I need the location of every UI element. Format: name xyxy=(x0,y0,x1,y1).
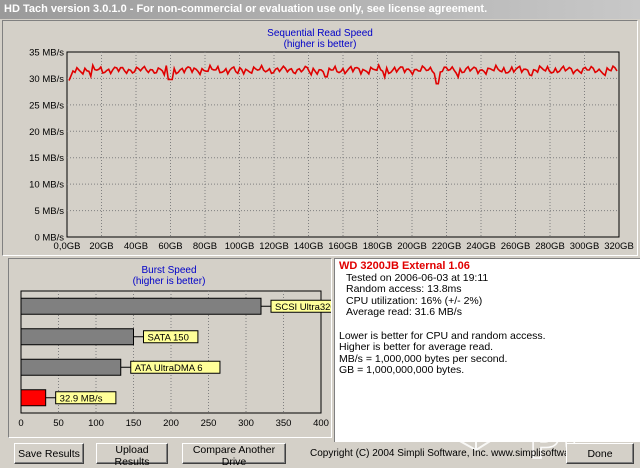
x-tick-label: 320GB xyxy=(604,241,634,252)
y-tick-label: 35 MB/s xyxy=(29,48,64,59)
burst-x-tick-label: 300 xyxy=(238,418,254,429)
y-tick-label: 15 MB/s xyxy=(29,153,64,164)
x-tick-label: 180GB xyxy=(363,241,393,252)
window-title-bar[interactable]: HD Tach version 3.0.1.0 - For non-commer… xyxy=(0,0,640,19)
x-tick-label: 100GB xyxy=(225,241,255,252)
x-tick-label: 300GB xyxy=(570,241,600,252)
burst-x-tick-label: 150 xyxy=(126,418,142,429)
sequential-chart: Sequential Read Speed (higher is better)… xyxy=(29,28,634,252)
note-gb-definition: GB = 1,000,000,000 bytes. xyxy=(339,364,465,376)
burst-x-tick-label: 50 xyxy=(53,418,64,429)
x-tick-label: 0,0GB xyxy=(54,241,81,252)
x-tick-label: 140GB xyxy=(294,241,324,252)
burst-chart-subtitle: (higher is better) xyxy=(133,276,206,287)
random-access: Random access: 13.8ms xyxy=(346,283,462,295)
x-tick-label: 240GB xyxy=(466,241,496,252)
burst-x-tick-label: 0 xyxy=(18,418,23,429)
burst-x-tick-label: 200 xyxy=(163,418,179,429)
y-tick-label: 10 MB/s xyxy=(29,180,64,191)
burst-bar-label: SCSI Ultra320 xyxy=(275,302,331,313)
average-read: Average read: 31.6 MB/s xyxy=(346,306,462,318)
y-tick-label: 5 MB/s xyxy=(34,206,64,217)
burst-bar xyxy=(20,297,262,315)
upload-results-button[interactable]: Upload Results xyxy=(96,443,168,468)
burst-chart-title: Burst Speed xyxy=(141,265,196,276)
x-tick-label: 260GB xyxy=(501,241,531,252)
x-tick-label: 80GB xyxy=(193,241,217,252)
save-results-button[interactable]: Save Results xyxy=(14,443,84,464)
burst-chart: Burst Speed (higher is better) SCSI Ultr… xyxy=(18,265,331,429)
burst-bar-label: ATA UltraDMA 6 xyxy=(135,363,203,374)
y-tick-label: 30 MB/s xyxy=(29,74,64,85)
x-tick-label: 200GB xyxy=(397,241,427,252)
watermark-text-top: PURE xyxy=(515,387,613,422)
burst-x-tick-label: 400 xyxy=(313,418,329,429)
y-tick-label: 20 MB/s xyxy=(29,127,64,138)
note-higher-better: Higher is better for average read. xyxy=(339,341,494,353)
copyright-text: Copyright (C) 2004 Simpli Software, Inc.… xyxy=(310,448,601,459)
burst-x-tick-label: 250 xyxy=(201,418,217,429)
x-tick-label: 120GB xyxy=(259,241,289,252)
sequential-chart-title: Sequential Read Speed xyxy=(267,28,373,39)
burst-bar xyxy=(20,389,47,407)
x-tick-label: 220GB xyxy=(432,241,462,252)
compare-another-drive-button[interactable]: Compare Another Drive xyxy=(182,443,286,468)
burst-bar xyxy=(20,328,134,346)
sequential-chart-panel: Sequential Read Speed (higher is better)… xyxy=(2,20,638,256)
burst-bar-label: SATA 150 xyxy=(148,332,189,343)
window-title: HD Tach version 3.0.1.0 - For non-commer… xyxy=(4,3,488,15)
done-button[interactable]: Done xyxy=(566,443,634,464)
y-tick-label: 25 MB/s xyxy=(29,100,64,111)
x-tick-label: 40GB xyxy=(124,241,148,252)
burst-x-tick-label: 100 xyxy=(88,418,104,429)
burst-x-tick-label: 350 xyxy=(276,418,292,429)
sequential-chart-subtitle: (higher is better) xyxy=(284,39,357,50)
x-tick-label: 160GB xyxy=(328,241,358,252)
burst-chart-panel: Burst Speed (higher is better) SCSI Ultr… xyxy=(8,258,332,438)
x-tick-label: 280GB xyxy=(535,241,565,252)
burst-bar-label: 32.9 MB/s xyxy=(60,393,103,404)
drive-name: WD 3200JB External 1.06 xyxy=(339,260,470,272)
x-tick-label: 60GB xyxy=(158,241,182,252)
x-tick-label: 20GB xyxy=(89,241,113,252)
burst-bar xyxy=(20,358,122,376)
